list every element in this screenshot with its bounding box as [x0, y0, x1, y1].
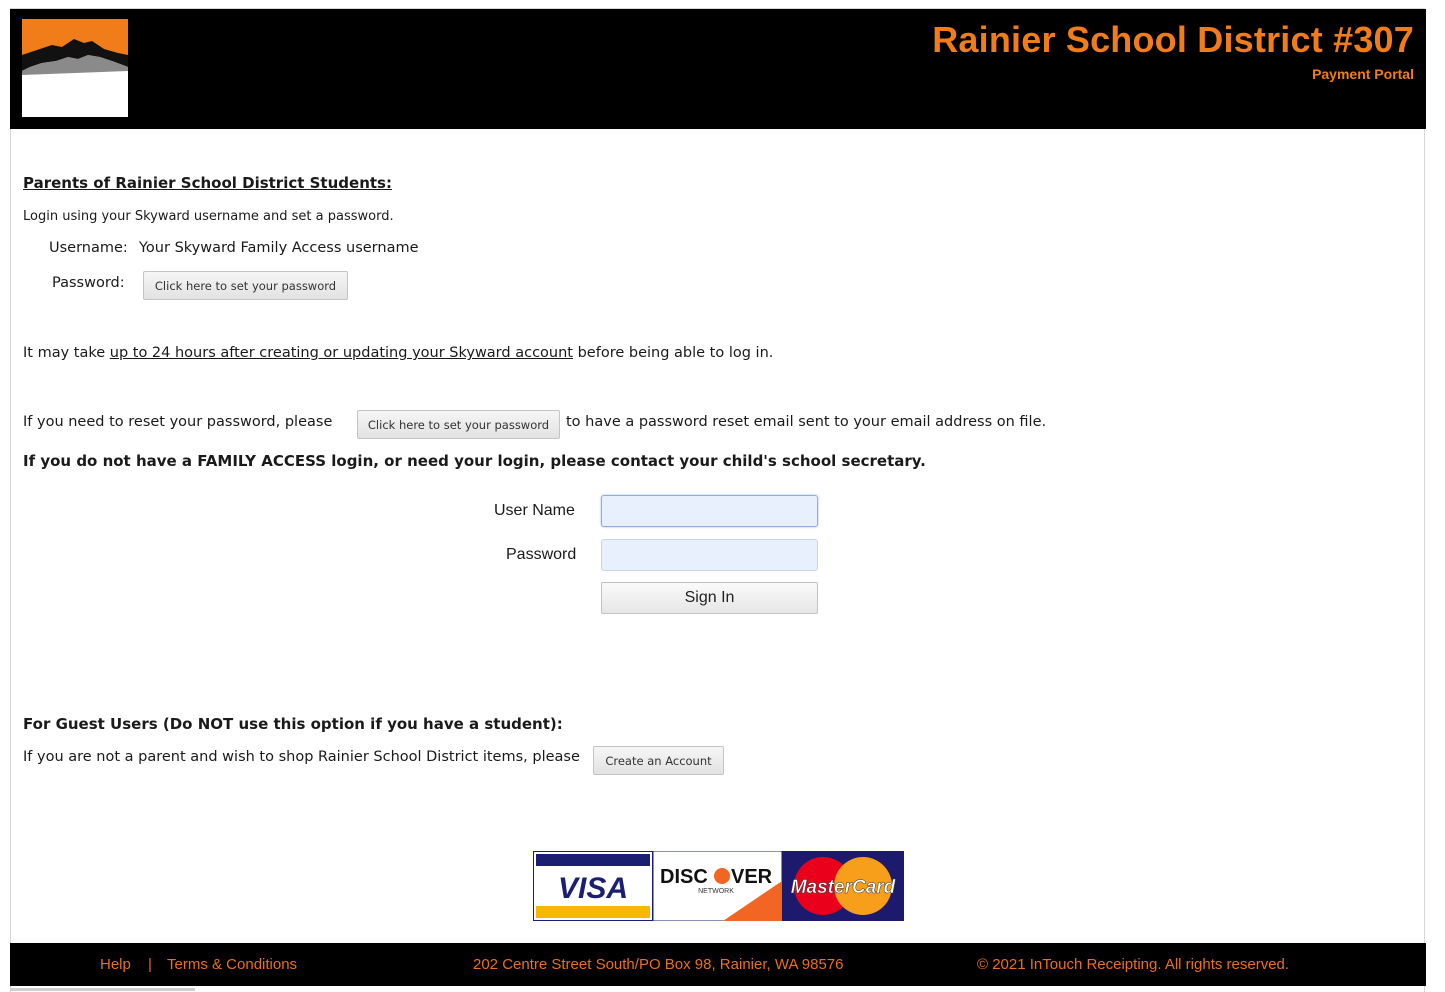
sign-in-button[interactable]: Sign In: [601, 582, 818, 614]
guest-heading: For Guest Users (Do NOT use this option …: [23, 715, 563, 733]
footer-copyright: © 2021 InTouch Receipting. All rights re…: [977, 956, 1290, 973]
skyward-password-label: Password:: [52, 275, 125, 291]
svg-text:NETWORK: NETWORK: [698, 888, 734, 895]
help-link[interactable]: Help: [100, 956, 131, 973]
login-password-label: Password: [506, 546, 577, 563]
account-delay-notice: It may take up to 24 hours after creatin…: [23, 345, 773, 361]
site-title: Rainier School District #307: [932, 19, 1414, 60]
mastercard-logo: MasterCard: [782, 851, 904, 921]
visa-logo: VISA: [532, 850, 654, 922]
skyward-username-label: Username:: [49, 240, 128, 256]
family-access-notice: If you do not have a FAMILY ACCESS login…: [23, 452, 926, 470]
footer-separator: |: [148, 956, 152, 973]
site-header: Rainier School District #307 Payment Por…: [10, 9, 1426, 129]
notice-suffix: before being able to log in.: [572, 345, 774, 361]
footer-address: 202 Centre Street South/PO Box 98, Raini…: [473, 956, 844, 973]
login-username-label: User Name: [494, 502, 575, 519]
mountain-logo-icon[interactable]: [22, 19, 128, 117]
svg-text:DISC: DISC: [660, 866, 708, 888]
login-instructions: Login using your Skyward username and se…: [23, 209, 394, 224]
password-input[interactable]: [601, 539, 818, 571]
reset-password-suffix: to have a password reset email sent to y…: [566, 414, 1047, 430]
set-password-button[interactable]: Click here to set your password: [143, 271, 348, 300]
horizontal-scrollbar[interactable]: [10, 988, 195, 991]
reset-password-button[interactable]: Click here to set your password: [357, 410, 560, 439]
parents-heading: Parents of Rainier School District Stude…: [23, 174, 392, 192]
svg-text:MasterCard: MasterCard: [791, 877, 896, 898]
accepted-cards: VISA DISC VER NETWORK MasterCard: [532, 850, 904, 922]
guest-text: If you are not a parent and wish to shop…: [23, 749, 580, 765]
username-input[interactable]: [601, 495, 818, 527]
site-footer: Help | Terms & Conditions 202 Centre Str…: [10, 943, 1426, 986]
discover-logo: DISC VER NETWORK: [652, 850, 783, 922]
svg-text:VISA: VISA: [558, 872, 628, 905]
site-subtitle: Payment Portal: [1312, 66, 1414, 82]
skyward-username-description: Your Skyward Family Access username: [139, 240, 419, 256]
svg-text:VER: VER: [731, 866, 773, 888]
create-account-button[interactable]: Create an Account: [593, 746, 724, 775]
notice-prefix: It may take: [23, 345, 110, 361]
reset-password-text: If you need to reset your password, plea…: [23, 414, 333, 430]
notice-underlined-text: up to 24 hours after creating or updatin…: [109, 345, 573, 361]
terms-conditions-link[interactable]: Terms & Conditions: [167, 956, 297, 973]
